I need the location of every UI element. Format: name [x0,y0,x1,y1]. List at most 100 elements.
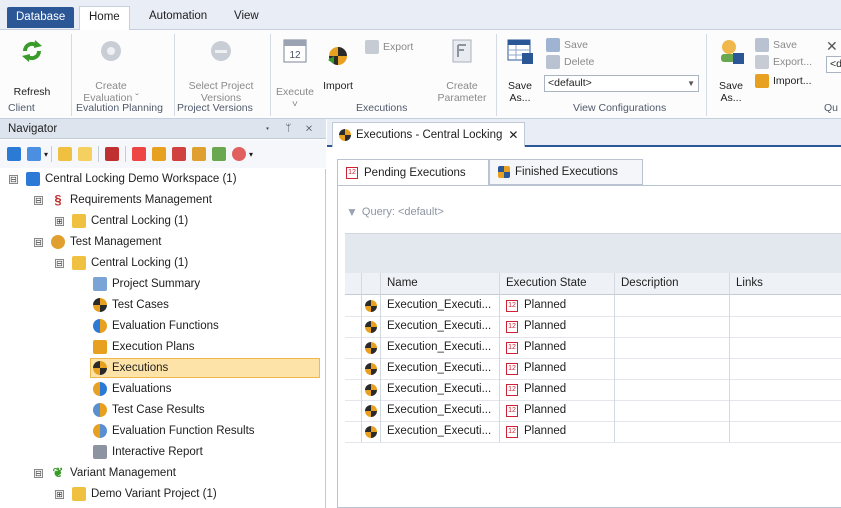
navigator-window-controls[interactable]: ▾ ᛘ ✕ [264,119,318,139]
execution-name-cell[interactable]: Execution_Executi... [381,337,500,359]
tree-node-test-central-locking[interactable]: ⊟ Central Locking (1) [55,253,188,273]
description-cell[interactable] [615,379,730,401]
requirement-icon[interactable] [172,147,187,161]
links-cell[interactable] [730,400,841,422]
tab-automation[interactable]: Automation [140,6,216,28]
collapse-icon[interactable]: ⊟ [34,468,43,478]
description-cell[interactable] [615,295,730,317]
column-header-execution-state[interactable]: Execution State [500,273,615,295]
close-icon[interactable]: ✕ [508,128,518,142]
execution-name-cell[interactable]: Execution_Executi... [381,400,500,422]
delete-view-button[interactable]: Delete [546,55,594,69]
sync-icon[interactable] [105,147,120,161]
description-cell[interactable] [615,316,730,338]
column-header-name[interactable]: Name [381,273,500,295]
tree-node-workspace[interactable]: ⊟ Central Locking Demo Workspace (1) [9,169,237,189]
table-row[interactable]: Execution_Executi... 12 Planned [345,400,841,422]
row-indicator-cell[interactable] [345,421,362,443]
export-query-button[interactable]: Export... [755,55,812,69]
links-cell[interactable] [730,337,841,359]
table-row[interactable]: Execution_Executi... 12 Planned [345,295,841,317]
import-query-button[interactable]: Import... [755,74,812,88]
links-cell[interactable] [730,358,841,380]
links-cell[interactable] [730,379,841,401]
tab-database[interactable]: Database [7,7,75,28]
column-header-links[interactable]: Links [730,273,841,295]
report-icon[interactable] [232,147,247,161]
import-button[interactable]: Import [318,44,358,92]
tab-view[interactable]: View [225,6,268,28]
column-header-description[interactable]: Description [615,273,730,295]
expand-icon[interactable]: ⊞ [55,216,64,226]
description-cell[interactable] [615,421,730,443]
expand-icon[interactable]: ⊞ [55,489,64,499]
delete-query-icon[interactable]: ✕ [826,38,838,55]
save-query-button[interactable]: Save [755,38,797,52]
row-indicator-cell[interactable] [345,379,362,401]
tree-node-test-cases[interactable]: Test Cases [93,295,169,315]
tree-node-requirements-central-locking[interactable]: ⊞ Central Locking (1) [55,211,188,231]
group-by-area[interactable] [345,233,841,273]
execution-state-cell[interactable]: 12 Planned [500,421,615,443]
table-row[interactable]: Execution_Executi... 12 Planned [345,316,841,338]
table-row[interactable]: Execution_Executi... 12 Planned [345,337,841,359]
collapse-icon[interactable]: ⊟ [9,174,18,184]
tab-pending-executions[interactable]: 12 Pending Executions [337,159,489,186]
save-as-view-button[interactable]: Save As... [500,36,540,104]
collapse-icon[interactable]: ⊟ [34,195,43,205]
links-cell[interactable] [730,316,841,338]
tree-node-evaluation-function-results[interactable]: Evaluation Function Results [93,421,255,441]
tree-node-project-summary[interactable]: Project Summary [93,274,200,294]
chevron-down-icon[interactable]: ▾ [44,150,48,159]
tab-home[interactable]: Home [79,6,130,31]
export-button[interactable]: Export [365,40,413,54]
checklist-icon[interactable] [212,147,227,161]
row-indicator-cell[interactable] [345,358,362,380]
execution-name-cell[interactable]: Execution_Executi... [381,295,500,317]
save-view-button[interactable]: Save [546,38,588,52]
tree-node-execution-plans[interactable]: Execution Plans [93,337,194,357]
collapse-icon[interactable]: ⊟ [34,237,43,247]
create-evaluation-button[interactable]: Create Evaluation ˇ [74,36,148,104]
execution-state-cell[interactable]: 12 Planned [500,400,615,422]
select-project-versions-button[interactable]: Select Project Versions [176,36,266,104]
row-indicator-cell[interactable] [345,400,362,422]
tab-finished-executions[interactable]: Finished Executions [489,159,643,185]
tree-node-test-management[interactable]: ⊟ Test Management [34,232,161,252]
test-management-icon[interactable] [192,147,207,161]
view-configuration-select[interactable]: <default> ▼ [544,75,699,92]
execution-name-cell[interactable]: Execution_Executi... [381,316,500,338]
tree-node-evaluations[interactable]: Evaluations [93,379,171,399]
add-project-icon[interactable] [27,147,41,161]
execution-state-cell[interactable]: 12 Planned [500,295,615,317]
refresh-button[interactable]: Refresh [4,36,60,98]
description-cell[interactable] [615,358,730,380]
execution-name-cell[interactable]: Execution_Executi... [381,379,500,401]
links-cell[interactable] [730,421,841,443]
document-tab-executions[interactable]: Executions - Central Locking ✕ [332,122,526,147]
heart-icon[interactable] [132,147,147,161]
collapse-icon[interactable]: ⊟ [55,258,64,268]
execution-state-cell[interactable]: 12 Planned [500,337,615,359]
tree-node-executions[interactable]: Executions [90,358,320,378]
create-parameter-button[interactable]: Create Parameter [432,36,492,104]
execute-button[interactable]: 12 Execute ˅ [273,36,317,110]
row-indicator-cell[interactable] [345,337,362,359]
execution-state-cell[interactable]: 12 Planned [500,316,615,338]
row-indicator-cell[interactable] [345,316,362,338]
links-cell[interactable] [730,295,841,317]
tree-node-requirements-management[interactable]: ⊟ § Requirements Management [34,190,212,210]
execution-name-cell[interactable]: Execution_Executi... [381,421,500,443]
save-as-query-button[interactable]: Save As... [712,36,750,104]
tree-node-test-case-results[interactable]: Test Case Results [93,400,205,420]
description-cell[interactable] [615,400,730,422]
tree-node-variant-management[interactable]: ⊟ ❦ Variant Management [34,463,176,483]
table-row[interactable]: Execution_Executi... 12 Planned [345,421,841,443]
table-row[interactable]: Execution_Executi... 12 Planned [345,379,841,401]
workspace-icon[interactable] [7,147,21,161]
execution-name-cell[interactable]: Execution_Executi... [381,358,500,380]
open-folder-icon[interactable] [78,147,93,161]
folder-icon[interactable] [58,147,73,161]
tree-node-evaluation-functions[interactable]: Evaluation Functions [93,316,219,336]
description-cell[interactable] [615,337,730,359]
